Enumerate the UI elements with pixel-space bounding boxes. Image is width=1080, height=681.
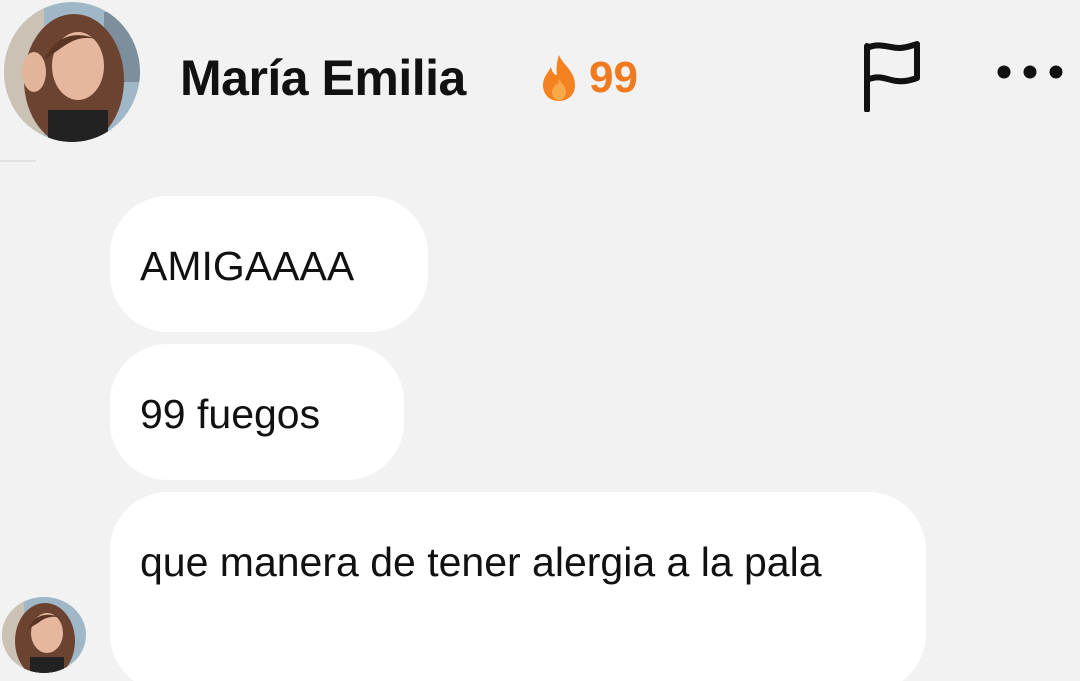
streak-count: 99 (589, 53, 638, 102)
more-dots-icon (997, 65, 1063, 79)
more-options-button[interactable] (990, 50, 1070, 94)
message-bubble[interactable]: que manera de tener alergia a la pala (110, 492, 926, 681)
message-text: que manera de tener alergia a la pala (140, 539, 822, 585)
flag-icon (864, 41, 920, 112)
fire-icon (543, 55, 575, 101)
message-bubble[interactable]: AMIGAAAA (110, 196, 428, 332)
chat-header: María Emilia 99 (0, 0, 1080, 160)
contact-avatar[interactable] (4, 2, 140, 142)
chat-screen: María Emilia 99 AMIGAAAA 99 fuegos que m… (0, 0, 1080, 681)
sender-avatar[interactable] (2, 597, 86, 673)
message-bubble[interactable]: 99 fuegos (110, 344, 404, 480)
streak-badge: 99 (537, 46, 638, 110)
message-text: AMIGAAAA (140, 243, 355, 289)
message-text: 99 fuegos (140, 391, 321, 437)
contact-name[interactable]: María Emilia (180, 46, 466, 110)
report-flag-button[interactable] (848, 36, 932, 116)
header-divider (0, 160, 36, 162)
